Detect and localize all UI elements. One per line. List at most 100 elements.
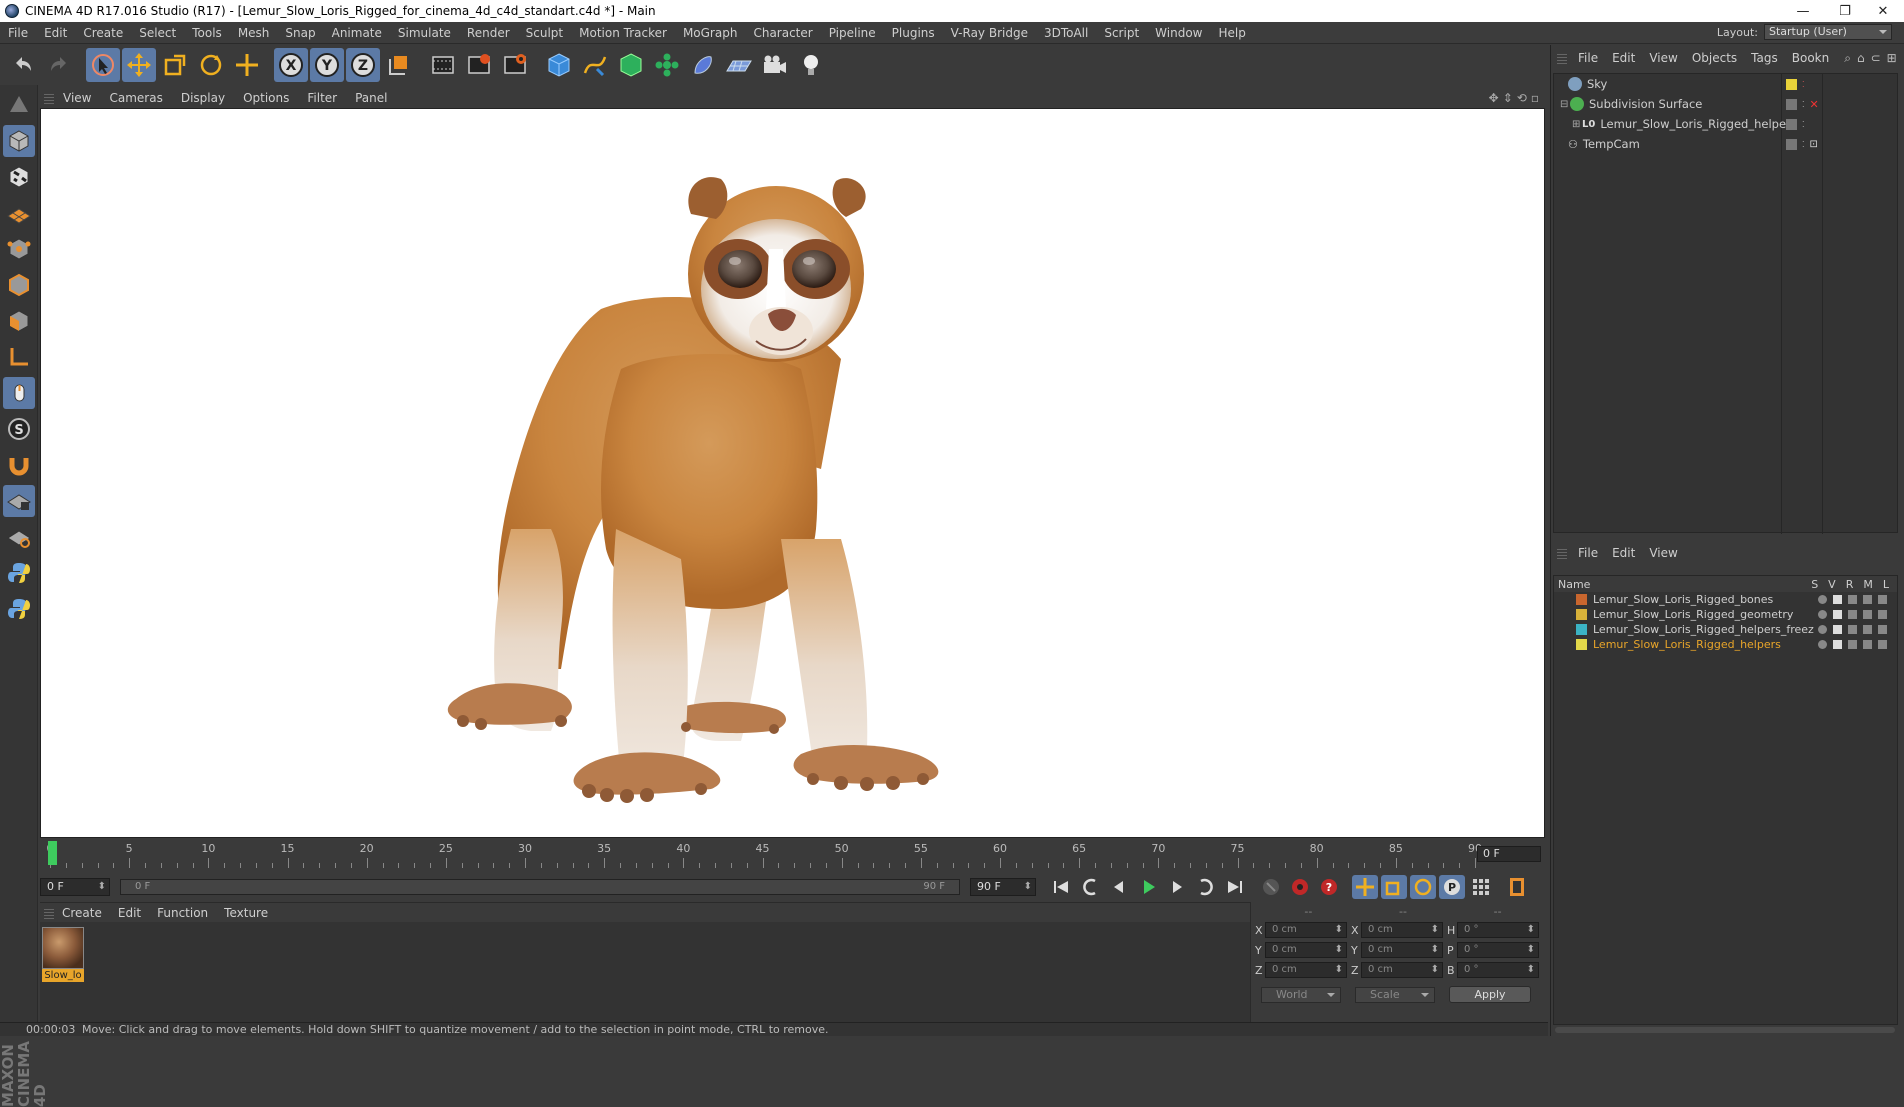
solo-toggle-icon[interactable]	[1818, 595, 1827, 604]
menu-3dtoall[interactable]: 3DToAll	[1036, 26, 1096, 40]
object-menu-objects[interactable]: Objects	[1685, 51, 1744, 65]
lock-toggle-icon[interactable]	[1878, 595, 1887, 604]
menu-motion-tracker[interactable]: Motion Tracker	[571, 26, 675, 40]
object-menu-bookmarks[interactable]: Bookn	[1785, 51, 1836, 65]
layer-color-swatch[interactable]	[1576, 639, 1587, 650]
polygons-mode-icon[interactable]	[3, 305, 35, 337]
menu-script[interactable]: Script	[1096, 26, 1147, 40]
visible-eye-icon[interactable]	[1833, 610, 1842, 619]
previous-keyframe-icon[interactable]	[1077, 875, 1103, 899]
coordinate-space-dropdown[interactable]: World	[1261, 986, 1341, 1003]
axis-mode-icon[interactable]	[3, 341, 35, 373]
rotation-p-field[interactable]: 0 °	[1457, 942, 1539, 958]
render-toggle-icon[interactable]	[1848, 625, 1857, 634]
planar-workplane-icon[interactable]	[3, 521, 35, 553]
workplane-icon[interactable]	[3, 197, 35, 229]
rotation-h-field[interactable]: 0 °	[1457, 922, 1539, 938]
expand-icon[interactable]: ⊞	[1572, 119, 1582, 130]
next-keyframe-icon[interactable]	[1193, 875, 1219, 899]
viewport-menu-options[interactable]: Options	[234, 91, 298, 105]
camera-icon[interactable]	[758, 48, 792, 82]
layer-color-swatch[interactable]	[1786, 98, 1797, 110]
menu-render[interactable]: Render	[459, 26, 518, 40]
size-x-field[interactable]: 0 cm	[1361, 922, 1443, 938]
menu-simulate[interactable]: Simulate	[390, 26, 459, 40]
collapse-icon[interactable]: ⊟	[1560, 99, 1570, 110]
panel-grip[interactable]	[44, 92, 54, 104]
python-script-icon[interactable]	[3, 557, 35, 589]
move-tool-icon[interactable]	[122, 48, 156, 82]
rotation-b-field[interactable]: 0 °	[1457, 962, 1539, 978]
render-to-picture-viewer-icon[interactable]	[462, 48, 496, 82]
record-scale-icon[interactable]	[1381, 875, 1407, 899]
menu-vray-bridge[interactable]: V-Ray Bridge	[943, 26, 1036, 40]
x-axis-lock-icon[interactable]: X	[274, 48, 308, 82]
menu-window[interactable]: Window	[1147, 26, 1210, 40]
lock-toggle-icon[interactable]	[1878, 610, 1887, 619]
3d-viewport[interactable]	[40, 108, 1545, 838]
layer-color-swatch[interactable]	[1786, 138, 1797, 150]
timeline-window-icon[interactable]	[1504, 875, 1530, 899]
object-menu-view[interactable]: View	[1642, 51, 1684, 65]
pan-view-icon[interactable]: ✥	[1489, 91, 1499, 105]
layer-color-swatch[interactable]	[1786, 78, 1797, 90]
layer-menu-view[interactable]: View	[1642, 546, 1684, 560]
position-z-field[interactable]: 0 cm	[1265, 962, 1347, 978]
texture-mode-icon[interactable]	[3, 161, 35, 193]
layer-menu-edit[interactable]: Edit	[1605, 546, 1642, 560]
solo-toggle-icon[interactable]	[1818, 640, 1827, 649]
material-menu-edit[interactable]: Edit	[110, 906, 149, 920]
manager-toggle-icon[interactable]	[1863, 625, 1872, 634]
subdivision-surface-icon[interactable]	[614, 48, 648, 82]
visible-eye-icon[interactable]	[1833, 625, 1842, 634]
back-icon[interactable]: ⊂	[1871, 51, 1881, 65]
transform-tool-icon[interactable]	[230, 48, 264, 82]
next-frame-icon[interactable]	[1164, 875, 1190, 899]
material-name-label[interactable]: Slow_lo	[42, 969, 84, 982]
go-to-start-icon[interactable]	[1048, 875, 1074, 899]
new-window-icon[interactable]: ⊞	[1887, 51, 1897, 65]
record-point-level-icon[interactable]	[1468, 875, 1494, 899]
restore-button[interactable]: ❐	[1824, 0, 1866, 22]
object-menu-file[interactable]: File	[1571, 51, 1605, 65]
cube-primitive-icon[interactable]	[542, 48, 576, 82]
menu-mesh[interactable]: Mesh	[230, 26, 278, 40]
layer-color-swatch[interactable]	[1786, 118, 1797, 130]
position-x-field[interactable]: 0 cm	[1265, 922, 1347, 938]
max-frame-field[interactable]: 90 F	[970, 878, 1036, 896]
spline-pen-icon[interactable]	[578, 48, 612, 82]
scale-tool-icon[interactable]	[158, 48, 192, 82]
menu-plugins[interactable]: Plugins	[884, 26, 943, 40]
lock-toggle-icon[interactable]	[1878, 640, 1887, 649]
position-y-field[interactable]: 0 cm	[1265, 942, 1347, 958]
close-button[interactable]: ✕	[1862, 0, 1904, 22]
timeline-playhead[interactable]	[48, 841, 57, 865]
menu-mograph[interactable]: MoGraph	[675, 26, 746, 40]
manager-toggle-icon[interactable]	[1863, 610, 1872, 619]
layer-row-bones[interactable]: Lemur_Slow_Loris_Rigged_bones	[1554, 592, 1897, 607]
go-to-end-icon[interactable]	[1222, 875, 1248, 899]
visibility-dots-icon[interactable]: ⁚	[1802, 120, 1805, 129]
python-console-icon[interactable]	[3, 593, 35, 625]
material-menu-texture[interactable]: Texture	[216, 906, 276, 920]
object-row-helpers[interactable]: ⊞ L0 Lemur_Slow_Loris_Rigged_helpers ⁚	[1554, 114, 1897, 134]
undo-button[interactable]	[6, 48, 40, 82]
viewport-menu-view[interactable]: View	[54, 91, 100, 105]
menu-help[interactable]: Help	[1210, 26, 1253, 40]
frame-ruler[interactable]: 051015202530354045505560657075808590	[47, 840, 1482, 870]
render-toggle-icon[interactable]	[1848, 640, 1857, 649]
menu-sculpt[interactable]: Sculpt	[518, 26, 571, 40]
viewport-menu-panel[interactable]: Panel	[346, 91, 396, 105]
menu-character[interactable]: Character	[745, 26, 820, 40]
object-menu-edit[interactable]: Edit	[1605, 51, 1642, 65]
minimize-button[interactable]: —	[1782, 0, 1824, 22]
menu-pipeline[interactable]: Pipeline	[821, 26, 884, 40]
home-icon[interactable]: ⌂	[1857, 51, 1865, 65]
timeline-frame-field[interactable]: 0 F	[1477, 846, 1541, 862]
viewport-menu-filter[interactable]: Filter	[298, 91, 346, 105]
solo-toggle-icon[interactable]	[1818, 610, 1827, 619]
current-frame-field[interactable]: 0 F	[40, 878, 110, 896]
previous-frame-icon[interactable]	[1106, 875, 1132, 899]
size-z-field[interactable]: 0 cm	[1361, 962, 1443, 978]
coordinate-system-icon[interactable]	[382, 48, 416, 82]
